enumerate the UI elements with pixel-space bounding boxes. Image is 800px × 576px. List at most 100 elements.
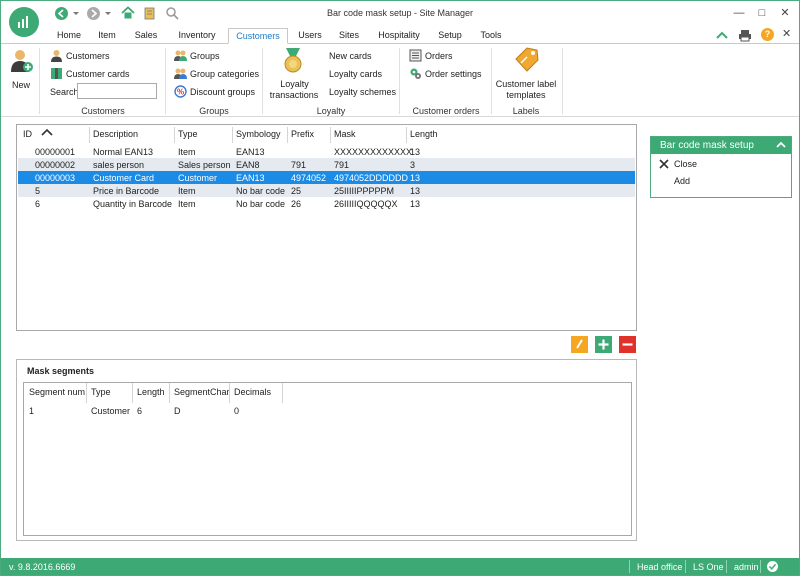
mask-segments-panel: Mask segments Segment num Type Length Se… <box>16 359 637 541</box>
tab-hospitality[interactable]: Hospitality <box>371 28 427 44</box>
table-row[interactable]: 00000002 sales person Sales person EAN8 … <box>18 158 635 171</box>
side-panel-title: Bar code mask setup <box>651 137 791 154</box>
customer-orders-group-label: Customer orders <box>412 106 480 116</box>
column-header-segment-char[interactable]: SegmentChar <box>174 387 230 397</box>
loyalty-transactions-icon <box>282 47 304 77</box>
column-header-description[interactable]: Description <box>93 129 138 139</box>
groups-icon <box>174 49 187 62</box>
maximize-icon[interactable]: □ <box>754 5 770 21</box>
column-header-mask[interactable]: Mask <box>334 129 356 139</box>
discount-groups-icon: % <box>174 85 187 98</box>
cell-type: Customer <box>91 406 131 416</box>
cell-length: 13 <box>410 199 421 209</box>
group-categories-button[interactable]: Group categories <box>190 69 259 79</box>
cell-id: 00000003 <box>35 173 76 183</box>
loyalty-transactions-line2[interactable]: transactions <box>269 90 319 100</box>
close-icon[interactable] <box>659 159 669 171</box>
cell-symbology: No bar code <box>236 186 286 196</box>
table-row[interactable]: 5 Price in Barcode Item No bar code 25 2… <box>18 184 635 197</box>
customer-cards-button[interactable]: Customer cards <box>66 69 130 79</box>
groups-button[interactable]: Groups <box>190 51 220 61</box>
close-link[interactable]: Close <box>674 159 697 169</box>
column-divider <box>229 383 230 403</box>
column-divider <box>169 383 170 403</box>
search-label: Search <box>50 87 79 97</box>
cell-type: Item <box>178 199 196 209</box>
collapse-panel-icon[interactable] <box>775 140 787 152</box>
new-customer-icon[interactable] <box>10 48 34 76</box>
loyalty-cards-button[interactable]: Loyalty cards <box>329 69 382 79</box>
edit-button[interactable] <box>571 336 588 353</box>
add-button[interactable] <box>595 336 612 353</box>
add-link[interactable]: Add <box>674 176 690 186</box>
new-cards-button[interactable]: New cards <box>329 51 372 61</box>
customer-label-templates-line1[interactable]: Customer label <box>495 79 557 89</box>
column-header-type[interactable]: Type <box>178 129 198 139</box>
orders-button[interactable]: Orders <box>425 51 453 61</box>
cell-segment-char: D <box>174 406 181 416</box>
cell-type: Item <box>178 186 196 196</box>
column-header-decimals[interactable]: Decimals <box>234 387 271 397</box>
labels-group-label: Labels <box>512 106 540 116</box>
delete-button[interactable] <box>619 336 636 353</box>
minimize-icon[interactable]: — <box>731 5 747 21</box>
tab-users[interactable]: Users <box>291 28 329 44</box>
tab-sites[interactable]: Sites <box>331 28 367 44</box>
loyalty-schemes-button[interactable]: Loyalty schemes <box>329 87 396 97</box>
column-header-length[interactable]: Length <box>410 129 438 139</box>
tab-sales[interactable]: Sales <box>127 28 165 44</box>
column-header-length[interactable]: Length <box>137 387 165 397</box>
barcode-mask-grid[interactable]: ID Description Type Symbology Prefix Mas… <box>16 124 637 331</box>
column-divider <box>406 127 407 143</box>
column-divider <box>282 383 283 403</box>
loyalty-group-label: Loyalty <box>316 106 346 116</box>
column-header-type[interactable]: Type <box>91 387 111 397</box>
cell-symbology: EAN13 <box>236 173 265 183</box>
group-categories-icon <box>174 67 187 80</box>
table-row[interactable]: 00000001 Normal EAN13 Item EAN13 XXXXXXX… <box>18 145 635 158</box>
customers-icon <box>50 49 63 62</box>
column-divider <box>89 127 90 143</box>
loyalty-transactions-line1[interactable]: Loyalty <box>272 79 317 89</box>
groups-group-label: Groups <box>199 106 229 116</box>
cell-description: Quantity in Barcode <box>93 199 173 209</box>
column-divider <box>86 383 87 403</box>
column-header-segment-num[interactable]: Segment num <box>29 387 85 397</box>
column-header-symbology[interactable]: Symbology <box>236 129 281 139</box>
tab-setup[interactable]: Setup <box>431 28 469 44</box>
ribbon-separator <box>491 48 492 114</box>
customer-cards-icon <box>50 67 63 80</box>
ribbon-separator <box>165 48 166 114</box>
customer-search-input[interactable] <box>77 83 157 99</box>
mask-segments-grid[interactable]: Segment num Type Length SegmentChar Deci… <box>23 382 632 536</box>
print-icon[interactable] <box>738 29 752 44</box>
cell-mask: 4974052DDDDDD <box>334 173 409 183</box>
cell-description: Normal EAN13 <box>93 147 154 157</box>
status-separator <box>629 560 630 573</box>
tab-tools[interactable]: Tools <box>473 28 509 44</box>
sort-ascending-icon[interactable] <box>41 128 53 139</box>
status-ok-icon <box>767 561 778 572</box>
tab-home[interactable]: Home <box>49 28 89 44</box>
column-header-prefix[interactable]: Prefix <box>291 129 314 139</box>
table-row[interactable]: 6 Quantity in Barcode Item No bar code 2… <box>18 197 635 210</box>
table-row-selected[interactable]: 00000003 Customer Card Customer EAN13 49… <box>18 171 635 184</box>
new-button[interactable]: New <box>12 80 30 90</box>
cell-id: 5 <box>35 186 41 196</box>
customer-label-templates-line2[interactable]: templates <box>495 90 557 100</box>
tab-inventory[interactable]: Inventory <box>169 28 225 44</box>
tab-item[interactable]: Item <box>89 28 125 44</box>
cell-decimals: 0 <box>234 406 240 416</box>
order-settings-button[interactable]: Order settings <box>425 69 482 79</box>
tab-customers[interactable]: Customers <box>228 28 288 44</box>
close-window-icon[interactable]: ✕ <box>777 5 793 21</box>
close-tab-icon[interactable]: ✕ <box>782 27 791 40</box>
customers-button[interactable]: Customers <box>66 51 110 61</box>
help-icon[interactable]: ? <box>761 28 774 41</box>
app-window: Bar code mask setup - Site Manager — □ ✕… <box>0 0 800 576</box>
discount-groups-button[interactable]: Discount groups <box>190 87 255 97</box>
column-divider <box>232 127 233 143</box>
column-header-id[interactable]: ID <box>23 129 32 139</box>
collapse-ribbon-icon[interactable] <box>715 29 729 43</box>
table-row[interactable]: 1 Customer 6 D 0 <box>25 404 630 417</box>
